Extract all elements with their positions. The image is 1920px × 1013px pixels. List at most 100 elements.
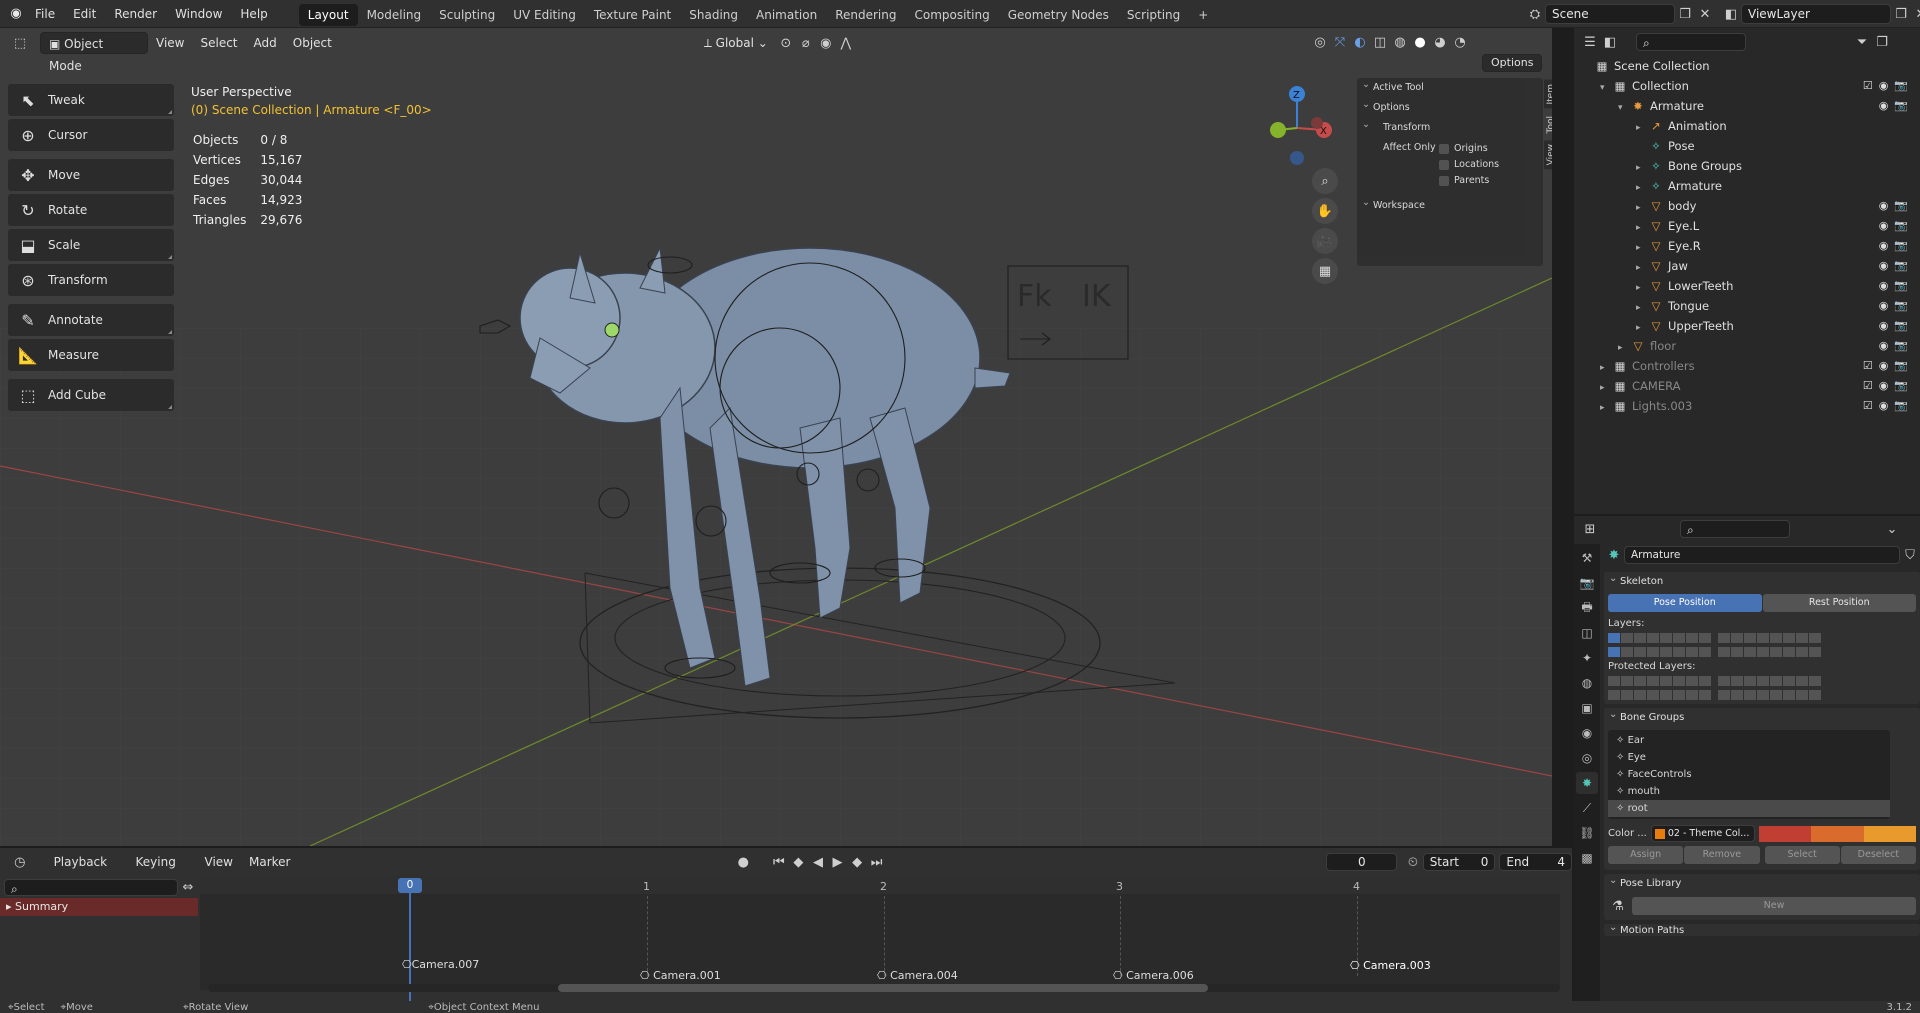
solid-shading-icon[interactable]: ● [1410, 32, 1430, 52]
current-frame-field[interactable]: 0 [1326, 853, 1398, 871]
visibility-toggle-icons[interactable]: ◉📷 [1879, 316, 1914, 336]
delete-scene-icon[interactable]: ✕ [1695, 4, 1715, 24]
action-browse-icon[interactable]: ⚗ [1608, 896, 1628, 916]
object-tab-icon[interactable]: ▣ [1576, 697, 1598, 719]
visibility-toggle-icons[interactable]: ◉📷 [1879, 216, 1914, 236]
outliner-item[interactable]: ▸ ▦ CAMERA ☑◉📷 [1574, 376, 1920, 396]
active-tool-header[interactable]: Active Tool [1357, 75, 1543, 98]
deselect-button[interactable]: Deselect [1840, 846, 1916, 864]
menu-edit[interactable]: Edit [64, 0, 105, 28]
visibility-toggle-icons[interactable]: ☑◉📷 [1863, 376, 1914, 396]
bone-constraint-tab-icon[interactable]: ⛓ [1576, 822, 1598, 844]
world-tab-icon[interactable]: ◍ [1576, 672, 1598, 694]
visibility-icon[interactable]: ◎ [1310, 32, 1330, 52]
visibility-toggle-icons[interactable]: ◉📷 [1879, 296, 1914, 316]
properties-search-input[interactable]: ⌕ [1680, 520, 1790, 538]
menu-object[interactable]: Object [285, 32, 340, 54]
copy-view-layer-icon[interactable]: ❐ [1891, 4, 1911, 24]
outliner-item[interactable]: ▸ ▽ Jaw ◉📷 [1574, 256, 1920, 276]
outliner-item[interactable]: ▸ ▽ Eye.R ◉📷 [1574, 236, 1920, 256]
wireframe-shading-icon[interactable]: ◍ [1390, 32, 1410, 52]
clock-icon[interactable]: ⏲ [1403, 852, 1423, 872]
tab-compositing[interactable]: Compositing [905, 4, 998, 26]
skeleton-header[interactable]: Skeleton [1604, 569, 1920, 592]
bone-group-item[interactable]: ✧ Eye [1608, 749, 1890, 766]
end-frame-field[interactable]: End 4 [1499, 853, 1573, 871]
expand-arrow-icon[interactable]: ▸ [1636, 118, 1648, 138]
properties-editor-icon[interactable]: ⊞ [1580, 519, 1600, 539]
outliner-item[interactable]: ▾ ✸ Armature ◉📷 [1574, 96, 1920, 116]
gizmo-toggle-icon[interactable]: ⤧ [1330, 32, 1350, 52]
tab-rendering[interactable]: Rendering [826, 4, 905, 26]
bone-group-item-selected[interactable]: ✧ root [1608, 800, 1890, 817]
editor-type-icon[interactable]: ⬚ [10, 33, 30, 53]
workspace-header[interactable]: Workspace [1357, 193, 1543, 216]
scrollbar-thumb[interactable] [558, 984, 1208, 992]
outliner-item[interactable]: ▦ Scene Collection [1574, 56, 1920, 76]
tool-annotate[interactable]: ✎ Annotate [8, 304, 174, 336]
tab-shading[interactable]: Shading [680, 4, 747, 26]
outliner-item[interactable]: ✧ Pose [1574, 136, 1920, 156]
scene-field[interactable]: Scene [1545, 4, 1675, 24]
tab-view[interactable]: View [1544, 139, 1552, 170]
scene-icon[interactable]: ⛭ [1525, 4, 1545, 24]
3d-viewport[interactable]: Fk IK Z X ⬚ ▣ Object Mode View Select Ad… [0, 28, 1552, 846]
bone-group-item[interactable]: ✧ Ear [1608, 732, 1890, 749]
visibility-toggle-icons[interactable]: ☑◉📷 [1863, 396, 1914, 416]
menu-add[interactable]: Add [246, 32, 285, 54]
theme-colors[interactable] [1758, 825, 1916, 842]
tool-rotate[interactable]: ↻ Rotate [8, 194, 174, 226]
remove-button[interactable]: Remove [1684, 846, 1760, 864]
outliner-editor-icon[interactable]: ☰ [1580, 32, 1600, 52]
rendered-shading-icon[interactable]: ◔ [1450, 32, 1470, 52]
summary-channel[interactable]: ▸ Summary [0, 898, 198, 916]
play-reverse-icon[interactable]: ◀ [808, 852, 828, 872]
bone-group-item[interactable]: ✧ FaceControls [1608, 766, 1890, 783]
timeline-scrollbar[interactable] [208, 984, 1560, 992]
marker-camera-001[interactable]: ⎔ Camera.001 [640, 969, 721, 982]
bone-groups-list[interactable]: ✧ Ear ✧ Eye ✧ FaceControls ✧ mouth ✧ roo… [1608, 730, 1890, 819]
pan-hand-icon[interactable]: ✋ [1312, 198, 1338, 224]
marker-camera-003[interactable]: ⎔ Camera.003 [1350, 959, 1431, 972]
outliner-search-input[interactable]: ⌕ [1636, 33, 1746, 51]
menu-view[interactable]: View [148, 32, 192, 54]
menu-window[interactable]: Window [166, 0, 231, 28]
falloff-icon[interactable]: ⋀ [836, 33, 856, 53]
bone-tab-icon[interactable]: ⟋ [1576, 797, 1598, 819]
filter-icon[interactable]: ⏷ [1852, 32, 1872, 52]
scene-tab-icon[interactable]: ✦ [1576, 647, 1598, 669]
visibility-toggle-icons[interactable]: ◉📷 [1879, 336, 1914, 356]
tab-item[interactable]: Item [1544, 80, 1552, 109]
visibility-toggle-icons[interactable]: ◉📷 [1879, 196, 1914, 216]
select-button[interactable]: Select [1764, 846, 1840, 864]
bone-group-item[interactable]: ✧ mouth [1608, 783, 1890, 800]
camera-view-icon[interactable]: 🎥 [1312, 228, 1338, 254]
outliner-item[interactable]: ▸ ↗ Animation [1574, 116, 1920, 136]
overlay-toggle-icon[interactable]: ◐ [1350, 32, 1370, 52]
motion-paths-header[interactable]: Motion Paths [1604, 924, 1920, 936]
visibility-toggle-icons[interactable]: ◉📷 [1879, 276, 1914, 296]
new-pose-library-button[interactable]: New [1632, 897, 1916, 915]
locations-checkbox[interactable]: Locations [1439, 157, 1499, 173]
expand-arrow-icon[interactable]: ▸ [1636, 278, 1648, 298]
armature-name-field[interactable]: Armature [1624, 546, 1900, 564]
tool-measure[interactable]: 📐 Measure [8, 339, 174, 371]
view-layer-icon[interactable]: ◧ [1721, 4, 1741, 24]
bone-groups-header[interactable]: Bone Groups [1604, 705, 1920, 728]
texture-tab-icon[interactable]: ▩ [1576, 847, 1598, 869]
expand-arrow-icon[interactable]: ▸ [1636, 178, 1648, 198]
menu-playback[interactable]: Playback ⌄ [46, 851, 128, 891]
expand-arrow-icon[interactable]: ▸ [1636, 258, 1648, 278]
menu-keying[interactable]: Keying ⌄ [128, 851, 197, 891]
zoom-icon[interactable]: ⌕ [1312, 168, 1338, 194]
outliner-item[interactable]: ▸ ✧ Bone Groups [1574, 156, 1920, 176]
outliner-item[interactable]: ▸ ▽ LowerTeeth ◉📷 [1574, 276, 1920, 296]
orientation-dropdown[interactable]: ⟂ Global ⌄ [696, 32, 776, 54]
fake-user-shield-icon[interactable]: ⛉ [1900, 545, 1920, 565]
pivot-icon[interactable]: ⊙ [776, 33, 796, 53]
color-set-dropdown[interactable]: 02 - Theme Col... [1650, 825, 1755, 842]
visibility-toggle-icons[interactable]: ☑◉📷 [1863, 356, 1914, 376]
xray-icon[interactable]: ◫ [1370, 32, 1390, 52]
delete-view-layer-icon[interactable]: ✕ [1911, 4, 1920, 24]
expand-arrow-icon[interactable]: ▸ [1618, 338, 1630, 358]
